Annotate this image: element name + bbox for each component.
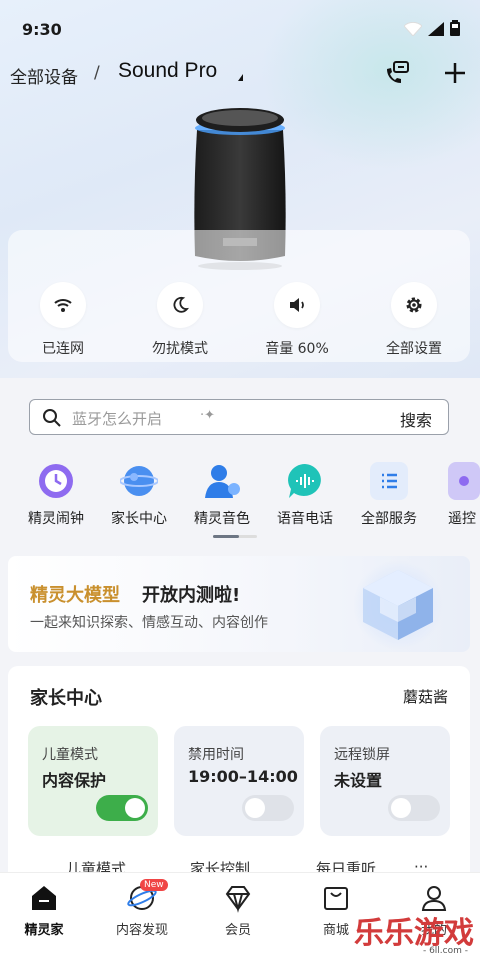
sparkle-icon: ·✦ [200,408,216,423]
signal-icon [428,22,444,36]
planet-icon [119,462,159,500]
tile-value: 未设置 [334,771,383,790]
breadcrumb-separator: / [94,63,100,83]
service-label: 语音电话 [277,511,333,527]
control-circle [274,282,320,328]
caret-down-icon[interactable] [238,74,243,81]
alarm-clock-icon [37,462,75,500]
search-bar[interactable]: 蓝牙怎么开启 ·✦ 搜索 [29,399,449,435]
service-voice-call[interactable]: 语音电话 [263,462,347,528]
status-time: 9:30 [22,20,62,39]
status-icons [404,20,460,36]
battery-icon [450,20,460,36]
remote-lock-toggle[interactable] [388,795,440,821]
search-icon [43,409,61,427]
control-label: 全部设置 [386,341,442,357]
plus-icon [445,63,465,83]
add-device-button[interactable] [440,58,470,88]
tile-disabled-time[interactable]: 禁用时间 19:00–14:00 [174,726,304,836]
home-icon [29,883,59,913]
dnd-mode-control[interactable]: 勿扰模式 [130,282,230,358]
nav-membership[interactable]: 会员 [198,883,278,938]
wifi-status-icon [404,22,422,36]
control-circle [157,282,203,328]
moon-icon [173,296,189,313]
wifi-icon [54,299,72,312]
tile-child-mode[interactable]: 儿童模式 内容保护 [28,726,158,836]
phone-message-icon [387,61,409,83]
parent-center-title: 家长中心 [30,688,102,709]
tile-value: 内容保护 [42,771,107,790]
tile-label: 禁用时间 [188,747,244,763]
tile-label: 儿童模式 [42,747,98,763]
device-name-selector[interactable]: Sound Pro [118,59,217,83]
service-voice-tone[interactable]: 精灵音色 [180,462,264,528]
tile-label: 远程锁屏 [334,747,390,763]
toggle-knob [125,798,145,818]
control-label: 勿扰模式 [152,341,208,357]
volume-control[interactable]: 音量 60% [247,282,347,358]
nav-home[interactable]: 精灵家 [4,883,84,938]
child-mode-toggle[interactable] [96,795,148,821]
shop-bag-icon [321,883,351,913]
disabled-time-toggle[interactable] [242,795,294,821]
service-label: 家长中心 [111,511,167,527]
status-bar: 9:30 [0,0,480,56]
control-label: 已连网 [42,341,84,357]
breadcrumb-all-devices[interactable]: 全部设备 [10,63,78,88]
services-scroll-indicator [213,535,257,538]
all-settings-control[interactable]: 全部设置 [364,282,464,358]
top-header: 全部设备 / Sound Pro [0,58,480,90]
tile-remote-lock[interactable]: 远程锁屏 未设置 [320,726,450,836]
voice-call-icon [286,462,324,500]
service-label: 精灵音色 [194,511,250,527]
search-button[interactable]: 搜索 [400,407,432,431]
toggle-knob [391,798,411,818]
nav-label: 精灵家 [24,923,64,938]
control-label: 音量 60% [265,341,329,357]
service-label: 全部服务 [361,511,417,527]
service-parent-center[interactable]: 家长中心 [97,462,181,528]
cube-illustration-icon [353,560,443,650]
child-profile-name[interactable]: 蘑菇酱 [403,686,448,707]
nav-label: 会员 [224,923,251,938]
volume-icon [290,298,304,312]
network-status-control[interactable]: 已连网 [13,282,113,358]
service-alarm-clock[interactable]: 精灵闹钟 [14,462,98,528]
diamond-icon [223,883,253,913]
remote-icon [448,462,480,500]
site-watermark-url: - 6ll.com - [422,946,468,956]
search-input[interactable]: 蓝牙怎么开启 [72,408,162,429]
call-device-button[interactable] [382,58,412,88]
device-controls-card: 已连网 勿扰模式 音量 60% 全部设置 [8,230,470,362]
service-remote[interactable]: 遥控 [430,462,480,528]
control-circle [40,282,86,328]
list-icon [370,462,408,500]
tile-value: 19:00–14:00 [188,767,298,786]
service-label: 遥控 [448,511,476,527]
new-badge: New [140,879,168,891]
nav-discover[interactable]: 内容发现 [102,883,182,938]
toggle-knob [245,798,265,818]
voice-avatar-icon [203,462,241,500]
banner-title-highlight: 精灵大模型 [30,585,120,606]
control-circle [391,282,437,328]
gear-icon [406,297,422,313]
nav-label: 内容发现 [115,923,168,938]
banner-subtitle: 一起来知识探索、情感互动、内容创作 [30,615,268,631]
banner-title: 开放内测啦! [142,585,241,606]
service-label: 精灵闹钟 [28,511,84,527]
llm-beta-banner[interactable]: 精灵大模型 开放内测啦! 一起来知识探索、情感互动、内容创作 [8,556,470,652]
service-all-services[interactable]: 全部服务 [347,462,431,528]
